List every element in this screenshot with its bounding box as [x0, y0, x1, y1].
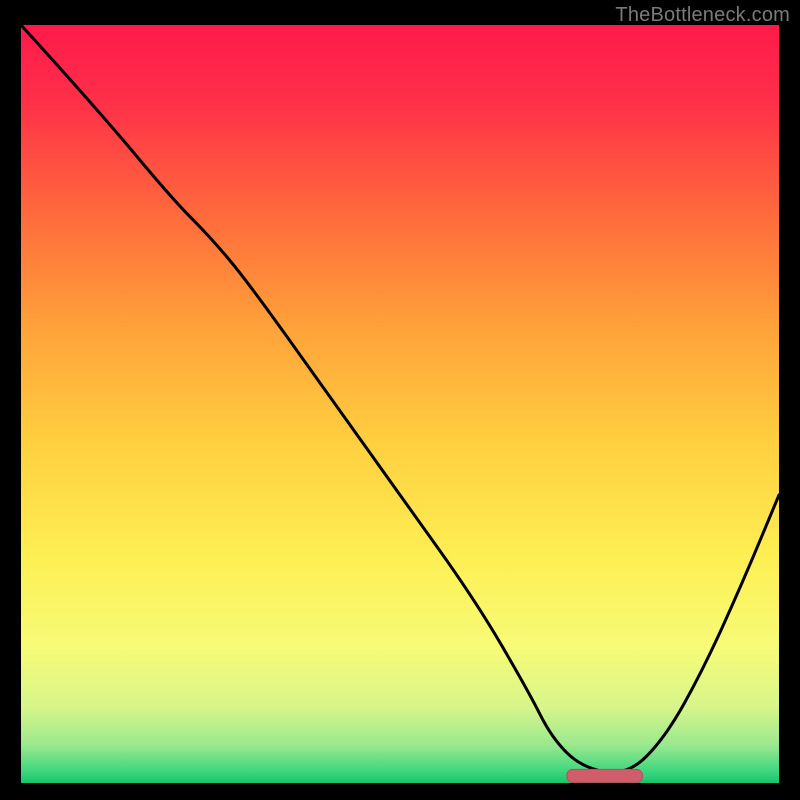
chart-frame: TheBottleneck.com — [0, 0, 800, 800]
bottleneck-chart — [21, 25, 779, 783]
optimal-range-marker — [567, 769, 643, 782]
gradient-background — [21, 25, 779, 783]
plot-area — [21, 25, 779, 783]
watermark-text: TheBottleneck.com — [615, 4, 790, 27]
